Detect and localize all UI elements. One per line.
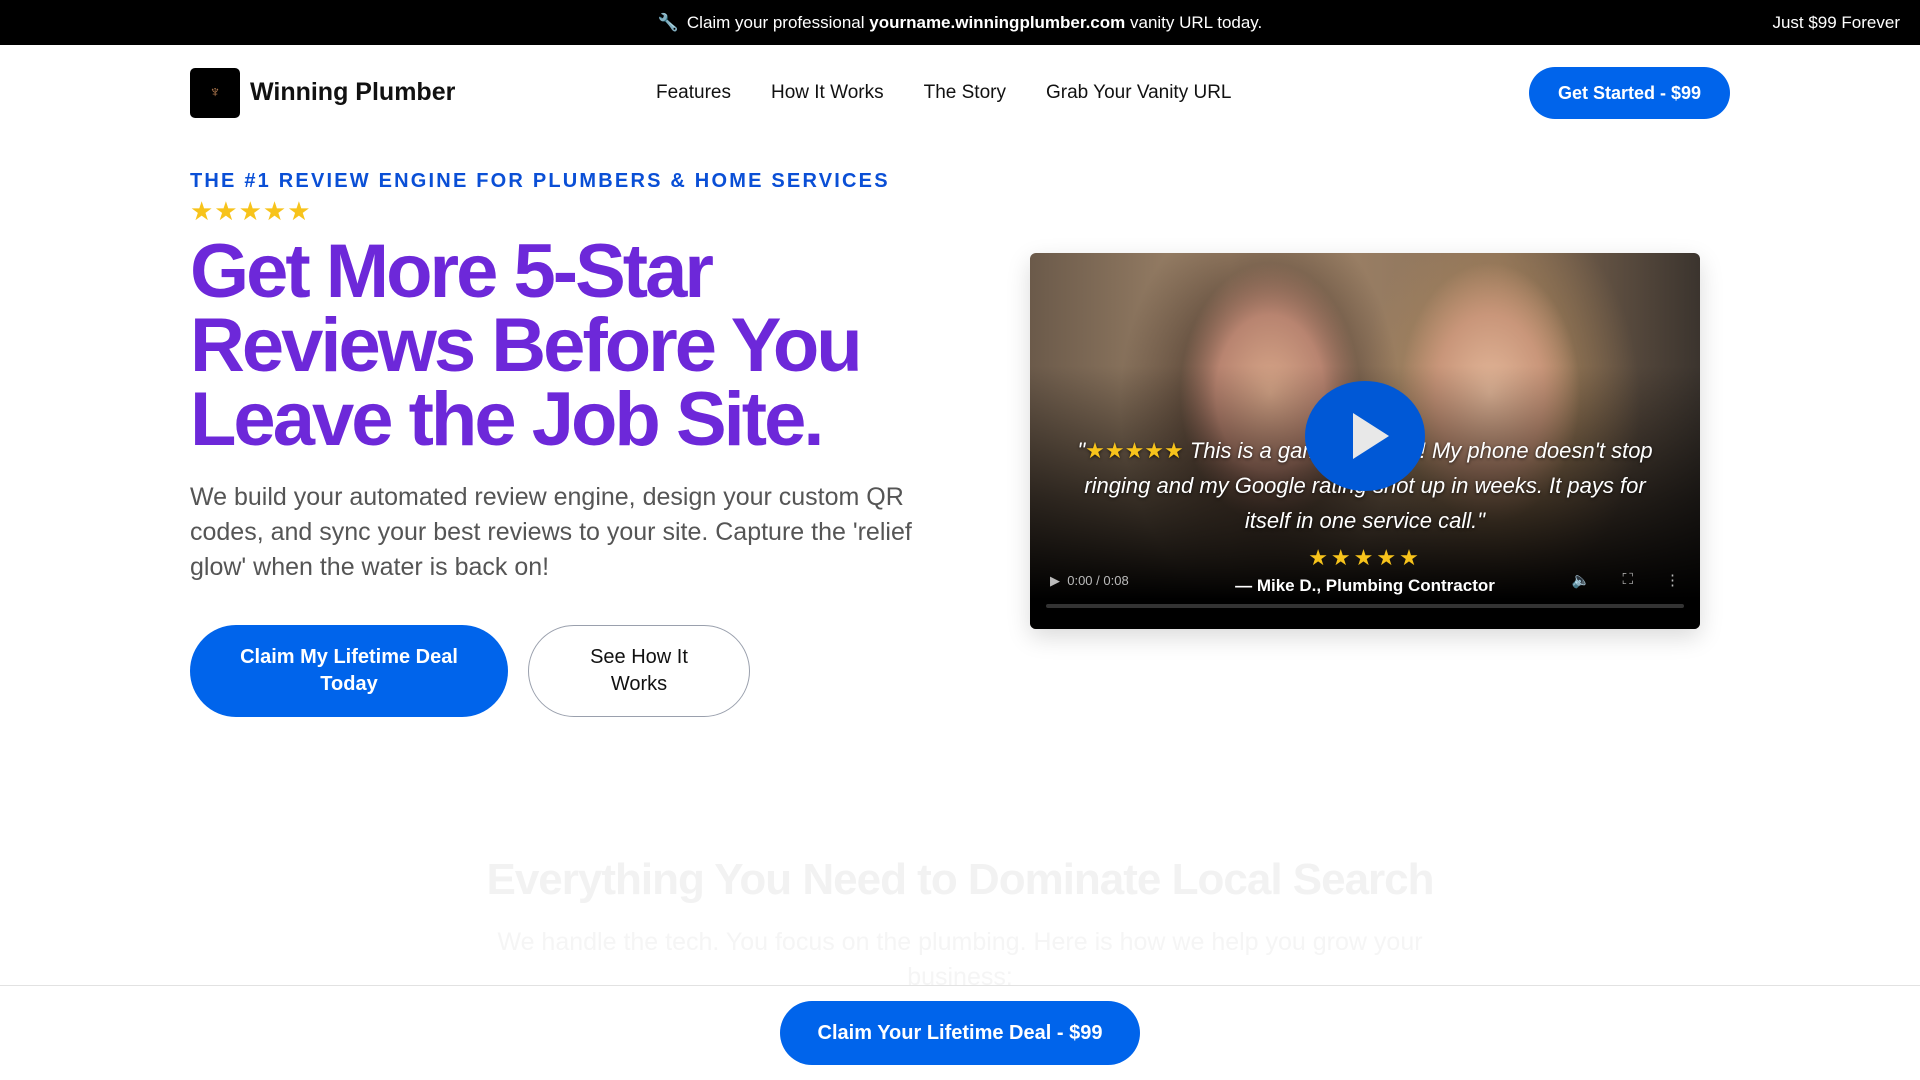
main-nav: ♆ Winning Plumber Features How It Works … bbox=[0, 45, 1920, 140]
video-time: 0:00 / 0:08 bbox=[1067, 573, 1129, 588]
claim-lifetime-deal-button[interactable]: Claim My Lifetime Deal Today bbox=[190, 625, 508, 717]
nav-link-how-it-works[interactable]: How It Works bbox=[771, 82, 884, 104]
play-icon[interactable]: ▶ bbox=[1050, 573, 1060, 588]
see-how-it-works-button[interactable]: See How It Works bbox=[528, 625, 750, 717]
price-note: Just $99 Forever bbox=[1772, 13, 1900, 32]
sticky-claim-deal-button[interactable]: Claim Your Lifetime Deal - $99 bbox=[780, 1001, 1140, 1065]
hero-description: We build your automated review engine, d… bbox=[190, 483, 912, 581]
hero-eyebrow: THE #1 REVIEW ENGINE FOR PLUMBERS & HOME… bbox=[190, 170, 890, 192]
announcement-prefix: Claim your professional bbox=[686, 13, 865, 32]
wrench-icon: 🔧 bbox=[657, 13, 679, 32]
sticky-cta-bar: Claim Your Lifetime Deal - $99 bbox=[0, 985, 1920, 1080]
announcement-suffix: vanity URL today. bbox=[1129, 13, 1263, 32]
video-progress-bar[interactable] bbox=[1046, 604, 1684, 608]
play-button[interactable] bbox=[1305, 381, 1425, 491]
testimonial-stars-icon: ★★★★★ bbox=[1308, 545, 1422, 570]
features-heading: Everything You Need to Dominate Local Se… bbox=[486, 855, 1434, 904]
nav-link-the-story[interactable]: The Story bbox=[924, 82, 1006, 104]
logo-icon[interactable]: ♆ bbox=[190, 68, 240, 118]
testimonial-video[interactable]: "★★★★★ This is a game-changer! My phone … bbox=[1030, 253, 1700, 629]
nav-link-features[interactable]: Features bbox=[656, 82, 731, 104]
volume-icon[interactable]: 🔈 bbox=[1572, 571, 1591, 589]
rating-stars-icon: ★★★★★ bbox=[190, 196, 312, 226]
fullscreen-icon[interactable]: ⛶ bbox=[1622, 571, 1633, 589]
hero-title: Get More 5-Star Reviews Before You Leave… bbox=[190, 229, 863, 462]
nav-link-vanity-url[interactable]: Grab Your Vanity URL bbox=[1046, 82, 1232, 104]
get-started-button[interactable]: Get Started - $99 bbox=[1529, 67, 1730, 119]
announcement-bar: 🔧 Claim your professional yourname.winnin… bbox=[0, 0, 1920, 45]
more-options-icon[interactable]: ⋮ bbox=[1665, 571, 1680, 589]
brand-name[interactable]: Winning Plumber bbox=[250, 78, 455, 107]
announcement-domain: yourname.winningplumber.com bbox=[869, 13, 1126, 32]
quote-stars-icon: ★★★★★ bbox=[1085, 438, 1184, 463]
